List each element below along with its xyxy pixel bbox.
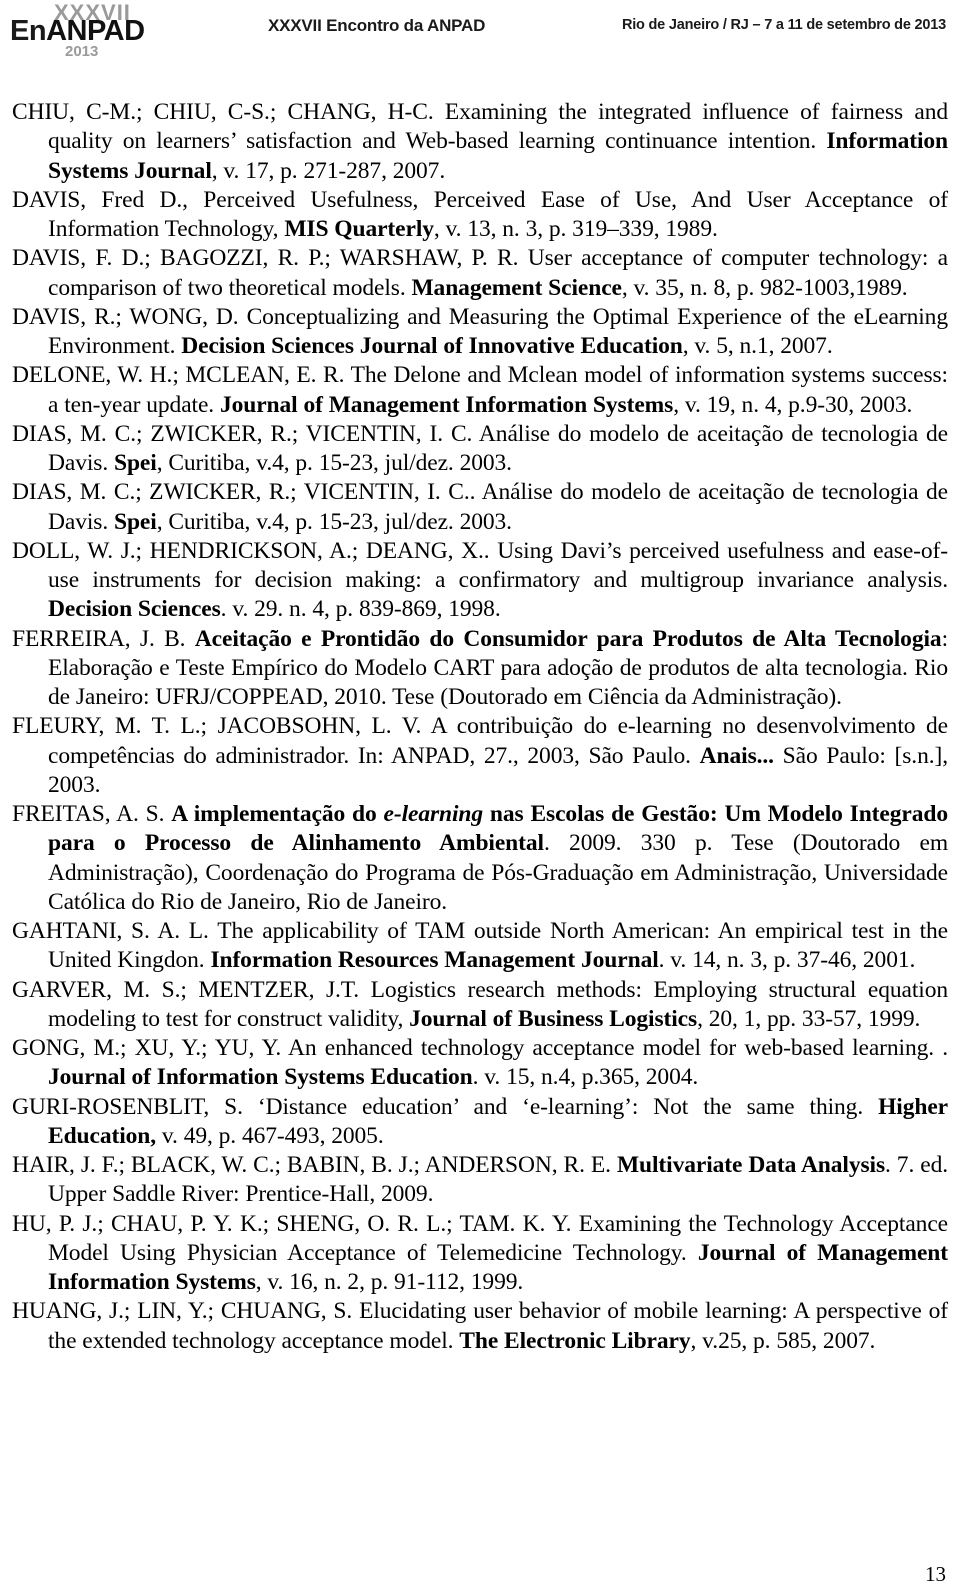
reference-text: , v. 5, n.1, 2007.: [682, 333, 833, 359]
reference-text: , v. 16, n. 2, p. 91-112, 1999.: [255, 1269, 524, 1295]
reference-source-title: Management Science: [411, 274, 622, 301]
reference-source-title: Spei: [113, 508, 157, 535]
reference-entry: FERREIRA, J. B. Aceitação e Prontidão do…: [12, 625, 948, 713]
reference-source-title: Decision Sciences Journal of Innovative …: [181, 333, 683, 359]
reference-emphasis: e-learning: [383, 801, 484, 827]
reference-text: , v. 35, n. 8, p. 982-1003,1989.: [621, 274, 908, 301]
reference-text: DOLL, W. J.; HENDRICKSON, A.; DEANG, X..…: [12, 537, 948, 593]
reference-source-title: Journal of Management Information System…: [219, 391, 674, 418]
reference-source-title: The Electronic Library: [459, 1327, 691, 1354]
logo-year: 2013: [65, 43, 99, 60]
reference-text: , Curitiba, v.4, p. 15-23, jul/dez. 2003…: [156, 450, 512, 476]
reference-entry: GARVER, M. S.; MENTZER, J.T. Logistics r…: [12, 976, 948, 1035]
reference-source-title: Journal of Information Systems Education: [48, 1064, 473, 1091]
reference-entry: DIAS, M. C.; ZWICKER, R.; VICENTIN, I. C…: [12, 478, 948, 537]
reference-entry: HU, P. J.; CHAU, P. Y. K.; SHENG, O. R. …: [12, 1210, 948, 1298]
reference-text: , v.25, p. 585, 2007.: [690, 1327, 876, 1354]
reference-entry: DOLL, W. J.; HENDRICKSON, A.; DEANG, X..…: [12, 537, 948, 625]
logo-wordmark-prefix: En: [10, 15, 47, 47]
reference-text: , Curitiba, v.4, p. 15-23, jul/dez. 2003…: [156, 508, 512, 535]
header-divider: [0, 62, 960, 63]
reference-source-title: Anais...: [699, 742, 774, 769]
reference-entry: GAHTANI, S. A. L. The applicability of T…: [12, 917, 948, 976]
logo-wordmark: EnANPAD: [10, 17, 145, 46]
reference-text: GONG, M.; XU, Y.; YU, Y. An enhanced tec…: [12, 1035, 948, 1061]
reference-source-title: Information Resources Management Journal: [210, 947, 659, 974]
reference-text: . v. 15, n.4, p.365, 2004.: [472, 1064, 699, 1091]
reference-text: FERREIRA, J. B.: [12, 625, 195, 652]
reference-source-title: Journal of Business Logistics: [409, 1005, 698, 1032]
reference-text: GURI-ROSENBLIT, S. ‘Distance education’ …: [12, 1093, 879, 1120]
reference-source-title: A implementação do: [171, 801, 384, 827]
reference-text: . v. 29. n. 4, p. 839-869, 1998.: [220, 596, 501, 623]
reference-text: FREITAS, A. S.: [12, 801, 172, 827]
reference-source-title: MIS Quarterly: [284, 216, 434, 242]
reference-text: , v. 17, p. 271-287, 2007.: [211, 157, 446, 184]
reference-source-title: e-learning: [384, 801, 484, 827]
reference-entry: GURI-ROSENBLIT, S. ‘Distance education’ …: [12, 1093, 948, 1152]
reference-text: CHIU, C-M.; CHIU, C-S.; CHANG, H-C. Exam…: [12, 99, 948, 155]
reference-text: , 20, 1, pp. 33-57, 1999.: [697, 1005, 921, 1032]
reference-entry: DAVIS, Fred D., Perceived Usefulness, Pe…: [12, 186, 948, 245]
reference-source-title: Decision Sciences: [48, 596, 221, 623]
reference-entry: DAVIS, F. D.; BAGOZZI, R. P.; WARSHAW, P…: [12, 244, 948, 303]
reference-entry: DELONE, W. H.; MCLEAN, E. R. The Delone …: [12, 361, 948, 420]
reference-entry: GONG, M.; XU, Y.; YU, Y. An enhanced tec…: [12, 1034, 948, 1093]
reference-entry: HAIR, J. F.; BLACK, W. C.; BABIN, B. J.;…: [12, 1151, 948, 1210]
reference-list: CHIU, C-M.; CHIU, C-S.; CHANG, H-C. Exam…: [12, 98, 948, 1356]
reference-entry: FREITAS, A. S. A implementação do e-lear…: [12, 800, 948, 917]
reference-entry: CHIU, C-M.; CHIU, C-S.; CHANG, H-C. Exam…: [12, 98, 948, 186]
reference-text: HAIR, J. F.; BLACK, W. C.; BABIN, B. J.;…: [12, 1152, 617, 1178]
page-number: 13: [925, 1562, 946, 1586]
reference-entry: HUANG, J.; LIN, Y.; CHUANG, S. Elucidati…: [12, 1297, 948, 1356]
header-event-title: XXXVII Encontro da ANPAD: [268, 16, 486, 35]
header-event-location-dates: Rio de Janeiro / RJ – 7 a 11 de setembro…: [621, 17, 946, 33]
reference-entry: FLEURY, M. T. L.; JACOBSOHN, L. V. A con…: [12, 712, 948, 800]
enanpad-logo: XXXVII EnANPAD 2013: [10, 2, 210, 60]
reference-source-title: Multivariate Data Analysis: [616, 1152, 886, 1178]
header-inner: XXXVII EnANPAD 2013 XXXVII Encontro da A…: [0, 0, 960, 63]
reference-entry: DAVIS, R.; WONG, D. Conceptualizing and …: [12, 303, 948, 362]
reference-source-title: Spei: [113, 450, 157, 476]
reference-entry: DIAS, M. C.; ZWICKER, R.; VICENTIN, I. C…: [12, 420, 948, 479]
page-header: XXXVII EnANPAD 2013 XXXVII Encontro da A…: [0, 0, 960, 72]
reference-text: . v. 14, n. 3, p. 37-46, 2001.: [658, 947, 916, 974]
reference-text: , v. 13, n. 3, p. 319–339, 1989.: [433, 216, 718, 242]
reference-text: v. 49, p. 467-493, 2005.: [156, 1122, 384, 1149]
reference-source-title: Aceitação e Prontidão do Consumidor para…: [194, 625, 942, 652]
reference-text: , v. 19, n. 4, p.9-30, 2003.: [673, 391, 913, 418]
